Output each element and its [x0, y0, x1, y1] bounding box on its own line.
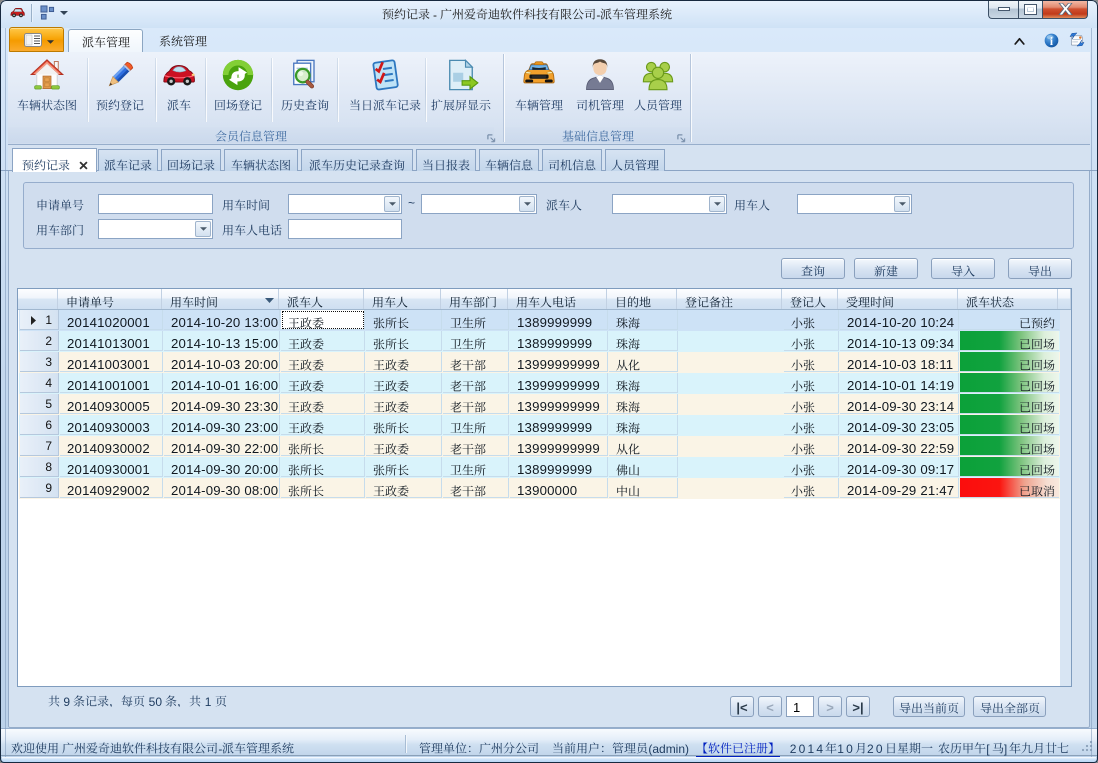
svg-text:i: i: [1050, 36, 1053, 48]
